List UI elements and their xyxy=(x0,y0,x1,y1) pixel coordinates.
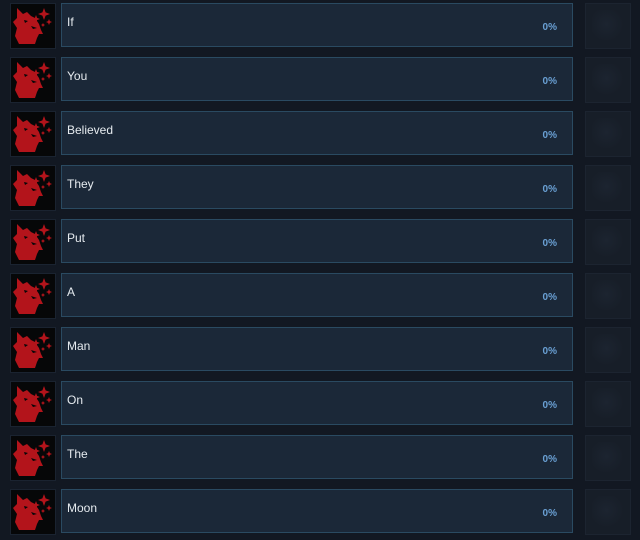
achievement-name: Moon xyxy=(67,501,98,515)
achievement-row: You 0% xyxy=(0,54,640,103)
achievement-list: If 0% You 0% Believed 0% They 0% Put 0% … xyxy=(0,0,640,540)
achievement-row: On 0% xyxy=(0,378,640,427)
achievement-name: Man xyxy=(67,339,91,353)
faded-icon-placeholder xyxy=(585,57,631,103)
achievement-percent: 0% xyxy=(542,130,557,141)
achievement-panel[interactable]: They 0% xyxy=(61,165,573,209)
achievement-percent: 0% xyxy=(542,22,557,33)
achievement-percent: 0% xyxy=(542,454,557,465)
achievement-percent: 0% xyxy=(542,292,557,303)
achievement-panel[interactable]: If 0% xyxy=(61,3,573,47)
achievement-panel[interactable]: The 0% xyxy=(61,435,573,479)
achievement-panel[interactable]: Moon 0% xyxy=(61,489,573,533)
faded-icon-placeholder xyxy=(585,111,631,157)
red-wolf-icon xyxy=(10,165,56,211)
achievement-percent: 0% xyxy=(542,508,557,519)
achievement-percent: 0% xyxy=(542,238,557,249)
faded-icon-placeholder xyxy=(585,381,631,427)
red-wolf-icon xyxy=(10,327,56,373)
achievement-row: A 0% xyxy=(0,270,640,319)
achievement-name: If xyxy=(67,15,74,29)
achievement-name: They xyxy=(67,177,94,191)
achievement-row: If 0% xyxy=(0,0,640,49)
achievement-panel[interactable]: You 0% xyxy=(61,57,573,101)
red-wolf-icon xyxy=(10,57,56,103)
faded-icon-placeholder xyxy=(585,3,631,49)
faded-icon-placeholder xyxy=(585,165,631,211)
faded-icon-placeholder xyxy=(585,435,631,481)
red-wolf-icon xyxy=(10,3,56,49)
faded-icon-placeholder xyxy=(585,327,631,373)
achievement-row: Moon 0% xyxy=(0,486,640,535)
red-wolf-icon xyxy=(10,489,56,535)
achievement-row: Believed 0% xyxy=(0,108,640,157)
achievement-row: Man 0% xyxy=(0,324,640,373)
achievement-name: A xyxy=(67,285,76,299)
faded-icon-placeholder xyxy=(585,219,631,265)
achievement-panel[interactable]: Man 0% xyxy=(61,327,573,371)
achievement-percent: 0% xyxy=(542,346,557,357)
achievement-percent: 0% xyxy=(542,76,557,87)
achievement-row: They 0% xyxy=(0,162,640,211)
achievement-panel[interactable]: On 0% xyxy=(61,381,573,425)
achievement-name: Believed xyxy=(67,123,114,137)
achievement-panel[interactable]: A 0% xyxy=(61,273,573,317)
red-wolf-icon xyxy=(10,435,56,481)
achievement-name: Put xyxy=(67,231,86,245)
red-wolf-icon xyxy=(10,111,56,157)
achievement-row: Put 0% xyxy=(0,216,640,265)
achievement-panel[interactable]: Believed 0% xyxy=(61,111,573,155)
achievement-panel[interactable]: Put 0% xyxy=(61,219,573,263)
faded-icon-placeholder xyxy=(585,273,631,319)
achievement-percent: 0% xyxy=(542,400,557,411)
red-wolf-icon xyxy=(10,381,56,427)
achievement-name: The xyxy=(67,447,88,461)
achievement-row: The 0% xyxy=(0,432,640,481)
faded-icon-placeholder xyxy=(585,489,631,535)
achievement-percent: 0% xyxy=(542,184,557,195)
achievement-name: You xyxy=(67,69,88,83)
red-wolf-icon xyxy=(10,273,56,319)
achievement-name: On xyxy=(67,393,84,407)
red-wolf-icon xyxy=(10,219,56,265)
